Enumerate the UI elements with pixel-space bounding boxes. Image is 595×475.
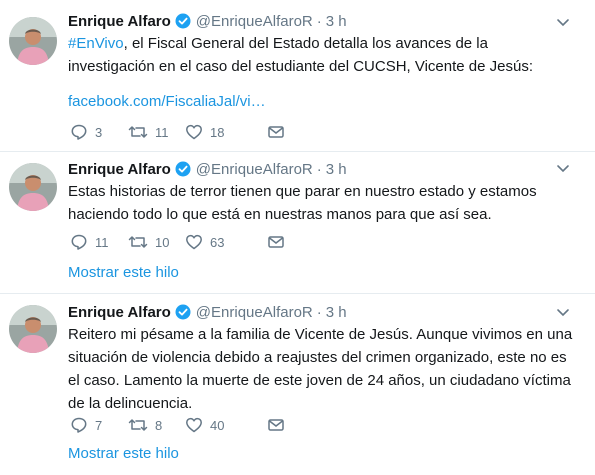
- retweet-count: 11: [155, 124, 169, 140]
- tweet[interactable]: Enrique Alfaro @EnriqueAlfaroR · 3 h Rei…: [0, 294, 595, 475]
- tweet-actions: 11 10 63: [70, 232, 285, 252]
- tweet-actions: 3 11 18: [70, 122, 285, 142]
- retweet-icon: [128, 236, 148, 248]
- reply-button[interactable]: 3: [70, 123, 128, 141]
- tweet-timestamp[interactable]: 3 h: [326, 304, 347, 321]
- avatar[interactable]: [9, 163, 57, 211]
- verified-badge-icon: [175, 304, 191, 320]
- direct-message-icon: [268, 236, 284, 248]
- retweet-count: 10: [155, 234, 170, 250]
- author-name[interactable]: Enrique Alfaro: [68, 304, 171, 321]
- direct-message-button[interactable]: [267, 123, 285, 141]
- like-button[interactable]: 18: [185, 123, 267, 141]
- hashtag-link[interactable]: #EnVivo: [68, 35, 124, 52]
- retweet-button[interactable]: 10: [128, 233, 185, 251]
- reply-icon: [71, 234, 87, 250]
- tweet-header: Enrique Alfaro @EnriqueAlfaroR · 3 h: [68, 11, 347, 31]
- reply-button[interactable]: 11: [70, 233, 128, 251]
- retweet-icon: [128, 126, 148, 138]
- verified-badge-icon: [175, 13, 191, 29]
- author-handle[interactable]: @EnriqueAlfaroR: [196, 161, 313, 178]
- like-icon: [186, 234, 202, 250]
- direct-message-icon: [268, 419, 284, 431]
- reply-count: 11: [95, 234, 109, 250]
- external-link[interactable]: facebook.com/FiscaliaJal/vi…: [68, 93, 266, 110]
- tweet-feed: Enrique Alfaro @EnriqueAlfaroR · 3 h #En…: [0, 0, 595, 475]
- chevron-down-icon[interactable]: [555, 14, 571, 30]
- reply-icon: [71, 124, 87, 140]
- separator: ·: [316, 160, 322, 178]
- direct-message-icon: [268, 126, 284, 138]
- like-count: 18: [210, 124, 225, 140]
- chevron-down-icon[interactable]: [555, 160, 571, 176]
- author-name[interactable]: Enrique Alfaro: [68, 161, 171, 178]
- author-name[interactable]: Enrique Alfaro: [68, 13, 171, 30]
- reply-button[interactable]: 7: [70, 416, 128, 434]
- tweet-timestamp[interactable]: 3 h: [326, 161, 347, 178]
- verified-badge-icon: [175, 161, 191, 177]
- tweet[interactable]: Enrique Alfaro @EnriqueAlfaroR · 3 h Est…: [0, 152, 595, 294]
- author-handle[interactable]: @EnriqueAlfaroR: [196, 13, 313, 30]
- tweet-body: , el Fiscal General del Estado detalla l…: [68, 35, 533, 75]
- reply-count: 7: [95, 417, 103, 433]
- like-count: 40: [210, 417, 225, 433]
- direct-message-button[interactable]: [267, 416, 285, 434]
- tweet-header: Enrique Alfaro @EnriqueAlfaroR · 3 h: [68, 159, 347, 179]
- tweet-text: Reitero mi pésame a la familia de Vicent…: [68, 326, 573, 412]
- retweet-button[interactable]: 8: [128, 416, 185, 434]
- like-button[interactable]: 40: [185, 416, 267, 434]
- author-handle[interactable]: @EnriqueAlfaroR: [196, 304, 313, 321]
- show-thread-link[interactable]: Mostrar este hilo: [68, 445, 179, 462]
- like-count: 63: [210, 234, 225, 250]
- separator: ·: [316, 303, 322, 321]
- reply-count: 3: [95, 124, 103, 140]
- tweet-timestamp[interactable]: 3 h: [326, 13, 347, 30]
- avatar[interactable]: [9, 17, 57, 65]
- tweet[interactable]: Enrique Alfaro @EnriqueAlfaroR · 3 h #En…: [0, 0, 595, 152]
- tweet-text: #EnVivo, el Fiscal General del Estado de…: [68, 32, 578, 78]
- retweet-button[interactable]: 11: [128, 123, 185, 141]
- retweet-count: 8: [155, 417, 163, 433]
- like-icon: [186, 124, 202, 140]
- avatar[interactable]: [9, 305, 57, 353]
- chevron-down-icon[interactable]: [555, 304, 571, 320]
- tweet-header: Enrique Alfaro @EnriqueAlfaroR · 3 h: [68, 302, 347, 322]
- tweet-actions: 7 8 40: [70, 415, 285, 435]
- direct-message-button[interactable]: [267, 233, 285, 251]
- like-icon: [186, 417, 202, 433]
- show-thread-link[interactable]: Mostrar este hilo: [68, 264, 179, 281]
- reply-icon: [71, 417, 87, 433]
- like-button[interactable]: 63: [185, 233, 267, 251]
- retweet-icon: [128, 419, 148, 431]
- separator: ·: [316, 12, 322, 30]
- tweet-text: Estas historias de terror tienen que par…: [68, 183, 537, 223]
